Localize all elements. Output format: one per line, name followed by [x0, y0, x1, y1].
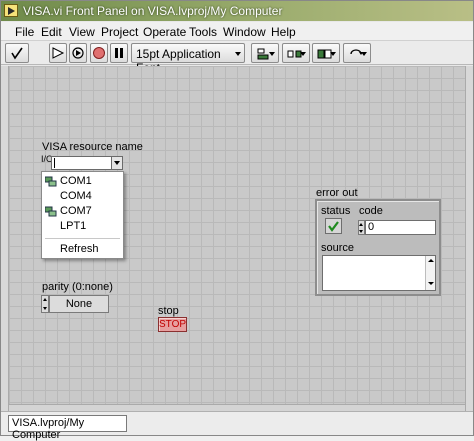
- front-panel-window: VISA.vi Front Panel on VISA.lvproj/My Co…: [0, 0, 474, 441]
- run-button[interactable]: [49, 43, 67, 63]
- code-increment-arrows: [358, 220, 365, 235]
- distribute-objects-dropdown[interactable]: [282, 43, 310, 63]
- pause-icon: [115, 48, 123, 58]
- serial-port-icon: [45, 206, 57, 217]
- menu-window[interactable]: Window: [223, 25, 266, 39]
- menu-help[interactable]: Help: [271, 25, 296, 39]
- menu-item-lpt1[interactable]: LPT1: [42, 219, 123, 234]
- visa-resource-field[interactable]: [51, 156, 112, 170]
- resize-objects-dropdown[interactable]: [312, 43, 340, 63]
- parity-label: parity (0:none): [42, 281, 113, 293]
- font-select[interactable]: 15pt Application Font: [131, 43, 245, 75]
- menu-tools[interactable]: Tools: [189, 25, 217, 39]
- run-continuously-icon: [72, 47, 84, 59]
- menu-item-com4[interactable]: COM4: [42, 189, 123, 204]
- menu-file[interactable]: File: [15, 25, 34, 39]
- parity-value[interactable]: None: [49, 295, 109, 313]
- error-out-label: error out: [316, 187, 358, 199]
- source-label: source: [321, 242, 355, 254]
- window-title: VISA.vi Front Panel on VISA.lvproj/My Co…: [23, 4, 283, 18]
- chevron-down-icon: [300, 52, 306, 56]
- align-objects-dropdown[interactable]: [251, 43, 279, 63]
- visa-resource-control[interactable]: I/O: [41, 154, 123, 170]
- status-indicator: [325, 218, 342, 234]
- stop-button[interactable]: STOP: [158, 317, 187, 332]
- menu-item-refresh[interactable]: Refresh: [42, 242, 123, 257]
- project-context-field[interactable]: VISA.lvproj/My Computer: [8, 415, 127, 441]
- labview-vi-icon: [4, 4, 18, 17]
- io-prefix-icon: I/O: [41, 154, 54, 164]
- green-checkmark-icon: [328, 221, 339, 232]
- menu-item-com7[interactable]: COM7: [42, 204, 123, 219]
- status-bar: VISA.lvproj/My Computer: [1, 411, 473, 441]
- horizontal-scrollbar[interactable]: [9, 404, 465, 411]
- chevron-down-icon: [361, 52, 367, 56]
- pause-button[interactable]: [110, 43, 128, 63]
- abort-icon: [93, 47, 105, 59]
- menu-edit[interactable]: Edit: [41, 25, 62, 39]
- reorder-dropdown[interactable]: [343, 43, 371, 63]
- status-label: status: [321, 205, 351, 217]
- menu-separator: [45, 238, 120, 239]
- menu-project[interactable]: Project: [101, 25, 138, 39]
- parity-ring-control[interactable]: None: [41, 295, 109, 313]
- chevron-down-icon: [235, 52, 241, 56]
- visa-resource-menu: COM1 COM4 COM7 LPT1 Refresh: [41, 171, 124, 259]
- parity-increment-arrows[interactable]: [41, 295, 49, 313]
- checkmark-icon: [11, 47, 23, 60]
- menu-item-com1[interactable]: COM1: [42, 174, 123, 189]
- code-value: 0: [365, 220, 436, 235]
- abort-button[interactable]: [90, 43, 108, 63]
- visa-resource-label: VISA resource name: [42, 141, 143, 153]
- edit-mode-toggle[interactable]: [5, 43, 29, 63]
- visa-dropdown-button[interactable]: [111, 156, 123, 170]
- title-bar[interactable]: VISA.vi Front Panel on VISA.lvproj/My Co…: [1, 1, 473, 21]
- menu-operate[interactable]: Operate: [143, 25, 186, 39]
- run-continuously-button[interactable]: [69, 43, 87, 63]
- stop-label: stop: [158, 305, 179, 317]
- right-panel-border: [465, 66, 473, 411]
- menu-bar: File Edit View Project Operate Tools Win…: [1, 22, 473, 41]
- source-scrollbar[interactable]: [425, 256, 435, 290]
- run-arrow-icon: [52, 47, 65, 59]
- menu-view[interactable]: View: [69, 25, 95, 39]
- code-label: code: [359, 205, 383, 217]
- chevron-down-icon: [269, 52, 275, 56]
- toolbar: 15pt Application Font: [1, 41, 473, 75]
- serial-port-icon: [45, 176, 57, 187]
- chevron-down-icon: [330, 52, 336, 56]
- left-panel-border: [1, 66, 9, 411]
- source-field: [322, 255, 436, 291]
